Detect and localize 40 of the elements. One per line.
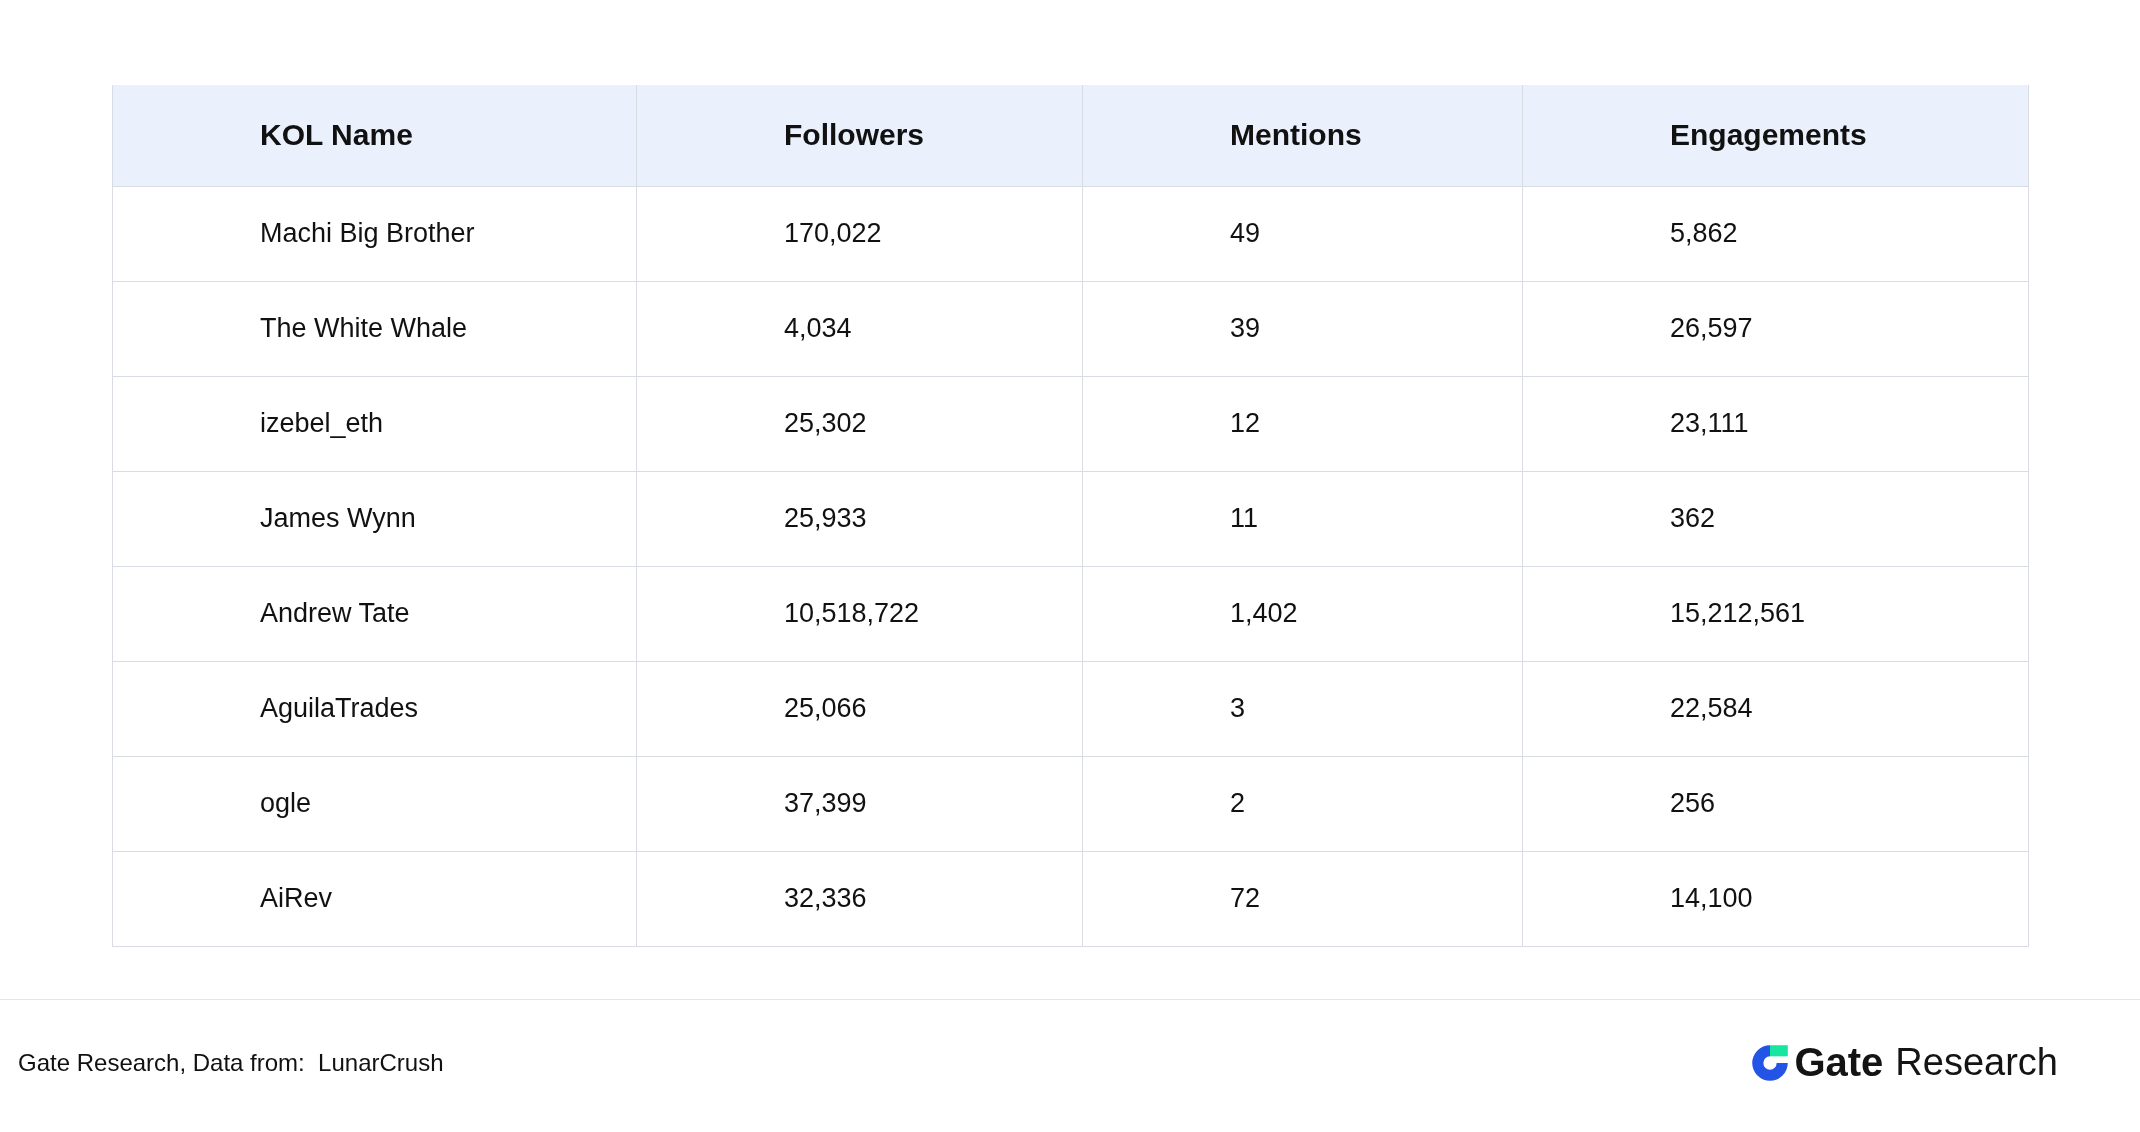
table-cell: 25,933 — [636, 471, 1083, 566]
table-cell: izebel_eth — [112, 376, 637, 471]
table-cell: 362 — [1522, 471, 2029, 566]
table-cell: 15,212,561 — [1522, 566, 2029, 661]
table-cell: James Wynn — [112, 471, 637, 566]
table-cell: 39 — [1082, 281, 1523, 376]
table-cell: 256 — [1522, 756, 2029, 851]
table-cell: 5,862 — [1522, 186, 2029, 281]
table-cell: 11 — [1082, 471, 1523, 566]
column-header: Mentions — [1082, 85, 1523, 186]
table-cell: 72 — [1082, 851, 1523, 946]
table-cell: The White Whale — [112, 281, 637, 376]
table-cell: 3 — [1082, 661, 1523, 756]
table-cell: 37,399 — [636, 756, 1083, 851]
logo-wordmark: Gate — [1794, 1040, 1884, 1085]
table-cell: 23,111 — [1522, 376, 2029, 471]
column-header: Engagements — [1522, 85, 2029, 186]
table-cell: ogle — [112, 756, 637, 851]
table-cell: 170,022 — [636, 186, 1083, 281]
table-cell: 22,584 — [1522, 661, 2029, 756]
column-header: Followers — [636, 85, 1083, 186]
table-cell: 32,336 — [636, 851, 1083, 946]
table-cell: Machi Big Brother — [112, 186, 637, 281]
column-header: KOL Name — [112, 85, 637, 186]
table-cell: AguilaTrades — [112, 661, 637, 756]
table-cell: 26,597 — [1522, 281, 2029, 376]
logo-icon — [1750, 1042, 1791, 1083]
table-cell: 10,518,722 — [636, 566, 1083, 661]
table-cell: 2 — [1082, 756, 1523, 851]
table-cell: AiRev — [112, 851, 637, 946]
table-cell: 25,066 — [636, 661, 1083, 756]
table-cell: 4,034 — [636, 281, 1083, 376]
table-cell: 12 — [1082, 376, 1523, 471]
table-cell: Andrew Tate — [112, 566, 637, 661]
table-cell: 14,100 — [1522, 851, 2029, 946]
source-note: Gate Research, Data from: LunarCrush — [18, 1048, 444, 1077]
table-cell: 25,302 — [636, 376, 1083, 471]
table-cell: 1,402 — [1082, 566, 1523, 661]
table-cell: 49 — [1082, 186, 1523, 281]
logo-subtitle: Research — [1895, 1041, 2058, 1084]
